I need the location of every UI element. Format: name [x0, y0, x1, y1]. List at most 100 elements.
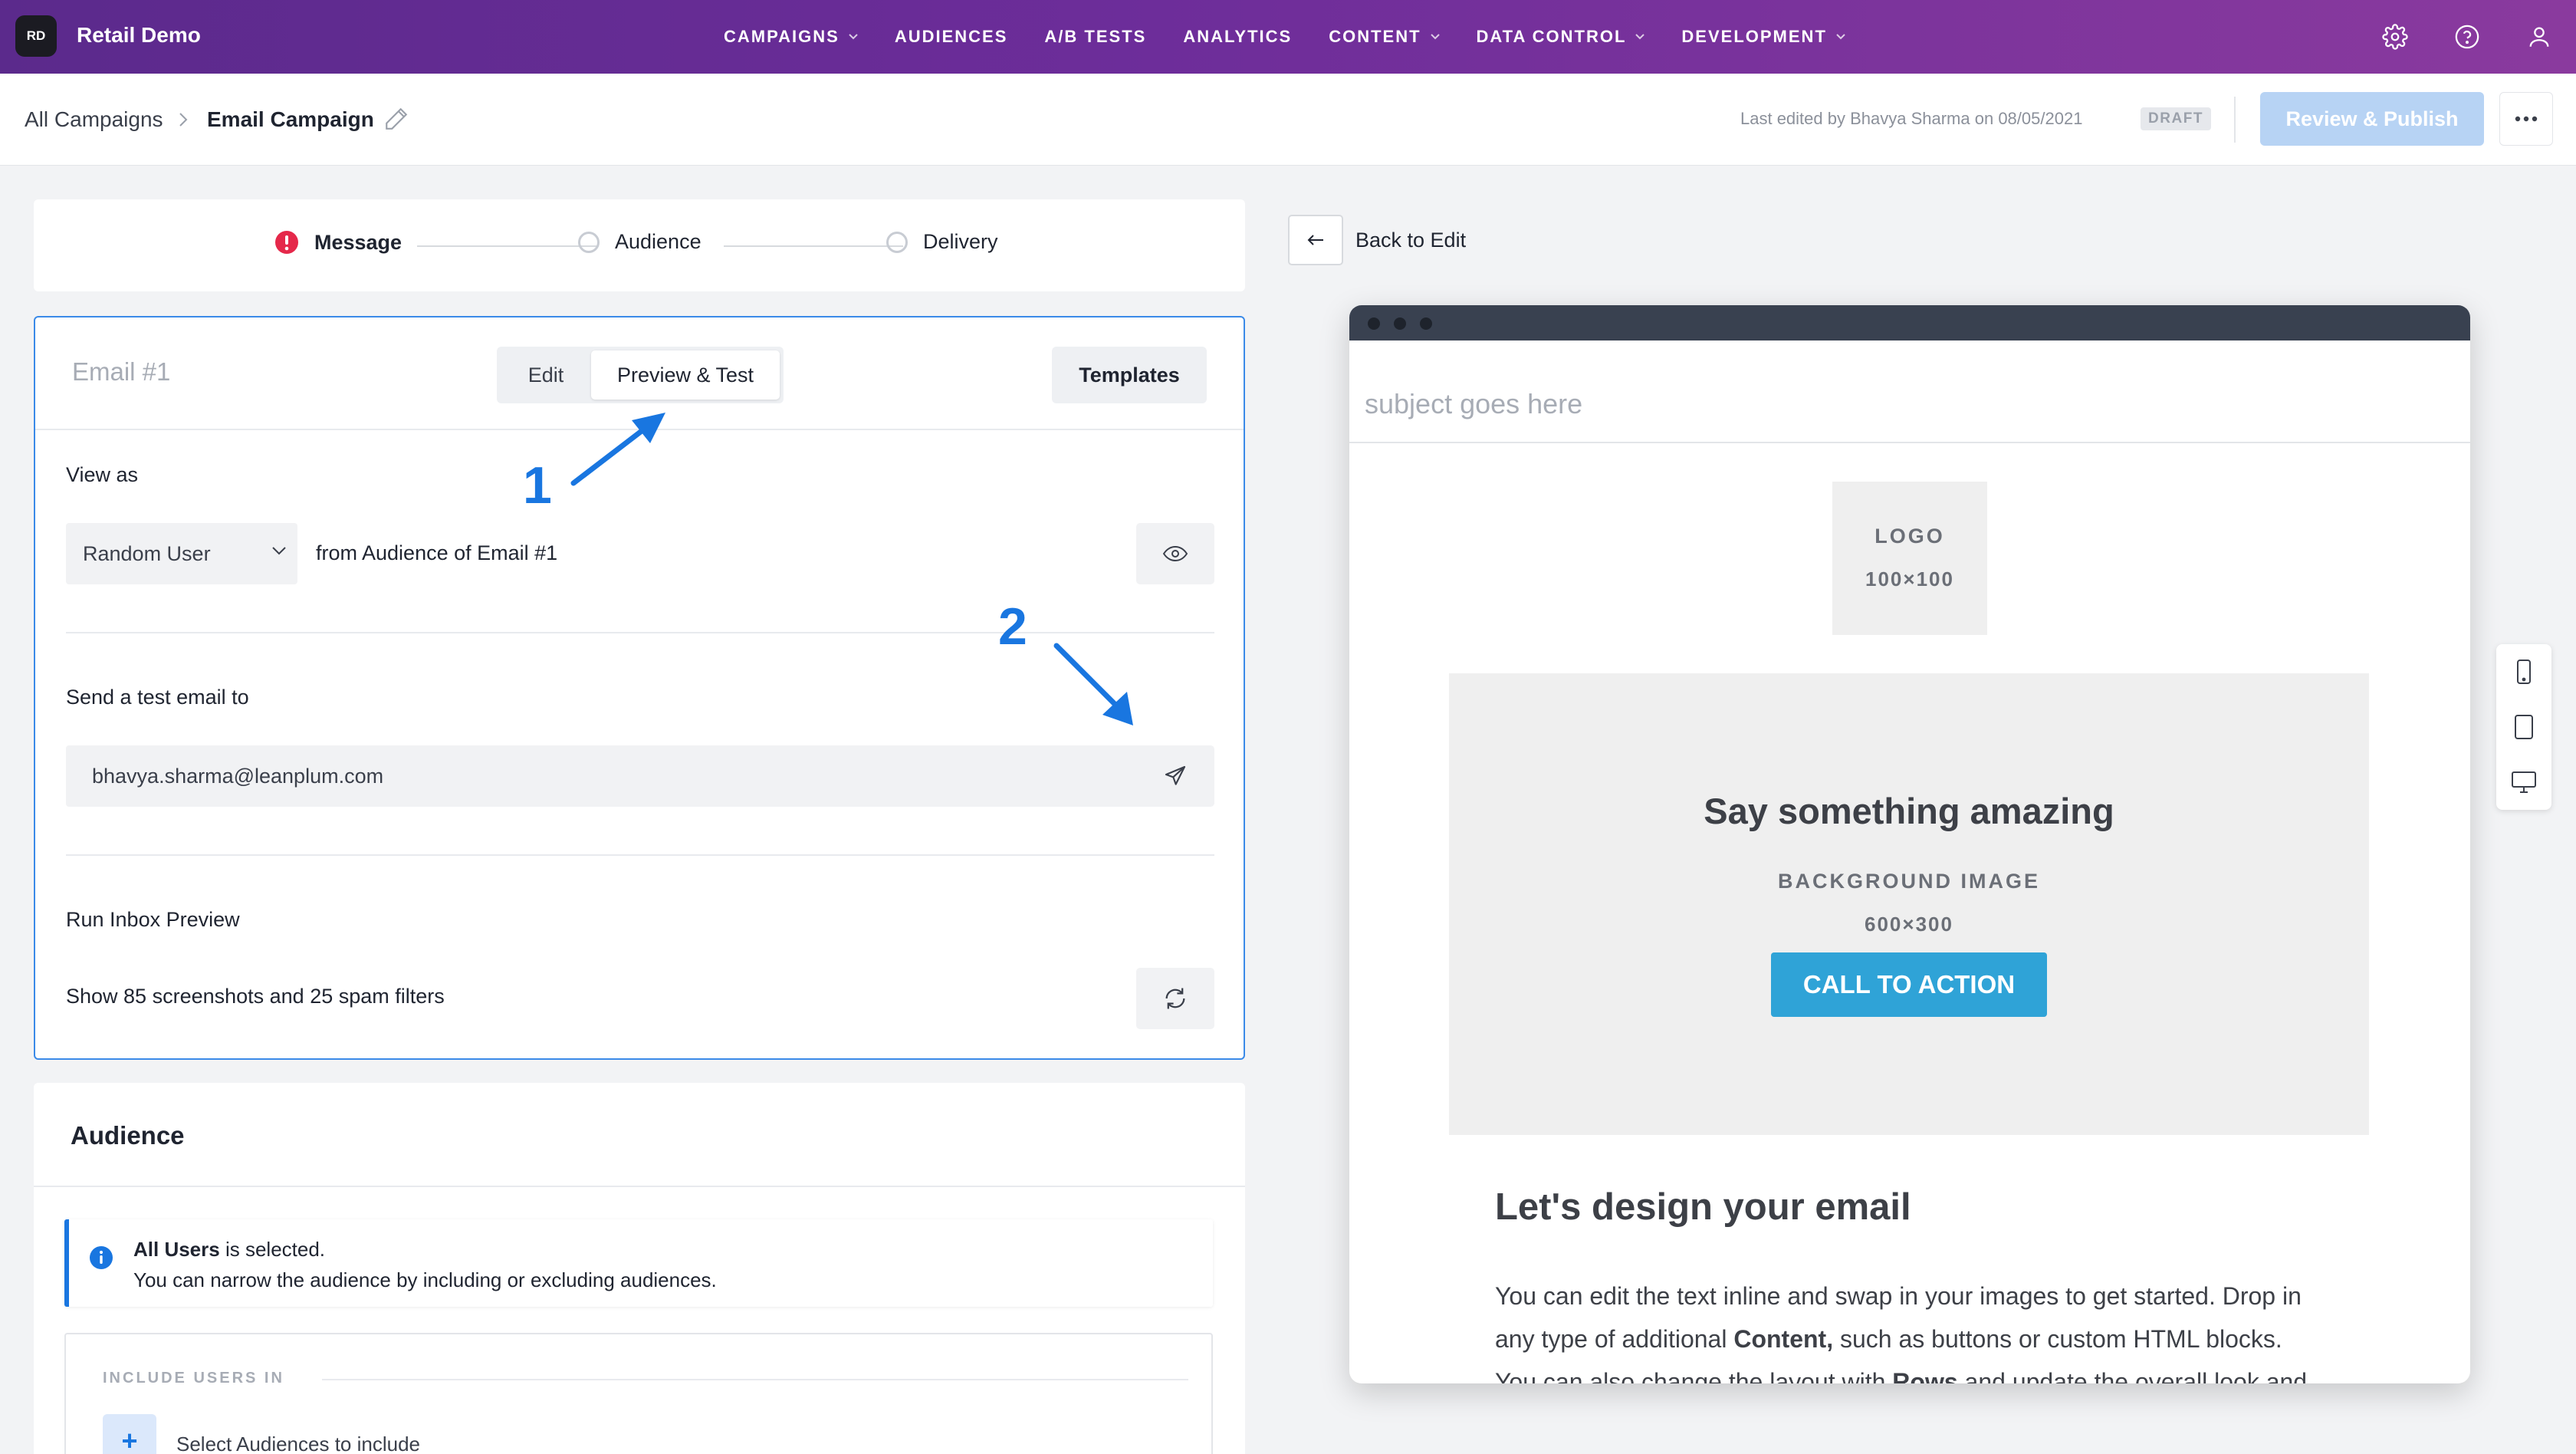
test-email-input[interactable]	[66, 745, 1152, 807]
inbox-preview-desc: Show 85 screenshots and 25 spam filters	[66, 985, 445, 1008]
window-dot-icon	[1368, 317, 1380, 330]
audience-title: Audience	[71, 1121, 185, 1150]
email-title: Email #1	[72, 357, 171, 386]
nav-campaigns[interactable]: CAMPAIGNS	[724, 27, 858, 47]
audience-info-banner: All Users is selected. You can narrow th…	[64, 1219, 1213, 1307]
divider	[66, 854, 1214, 856]
eye-icon	[1162, 545, 1188, 562]
divider	[34, 1186, 1245, 1187]
divider	[2234, 97, 2236, 143]
body-line: You can edit the text inline and swap in…	[1495, 1282, 2302, 1310]
window-title-bar	[1349, 305, 2470, 340]
step-label: Message	[314, 230, 402, 254]
nav-audiences[interactable]: AUDIENCES	[895, 27, 1008, 47]
tab-preview-test[interactable]: Preview & Test	[591, 350, 780, 400]
logo-placeholder: LOGO 100×100	[1832, 482, 1987, 635]
step-audience[interactable]: Audience	[578, 230, 702, 254]
step-label: Audience	[615, 230, 702, 253]
hero-title: Say something amazing	[1704, 791, 2114, 831]
call-to-action-button[interactable]: CALL TO ACTION	[1771, 952, 2047, 1017]
campaign-header: All Campaigns Email Campaign Last edited…	[0, 74, 2576, 166]
include-placeholder[interactable]: Select Audiences to include	[176, 1433, 420, 1454]
body-text: any type of additional	[1495, 1325, 1734, 1353]
refresh-icon	[1162, 985, 1188, 1012]
nav-label: DATA CONTROL	[1476, 27, 1627, 46]
nav-content[interactable]: CONTENT	[1329, 27, 1440, 47]
body-strong: Rows	[1892, 1368, 1958, 1383]
annotation-arrow-icon	[1050, 640, 1142, 732]
step-message[interactable]: Message	[274, 230, 402, 255]
view-as-select[interactable]: Random User	[66, 523, 297, 584]
chevron-right-icon	[178, 112, 189, 127]
body-text: You can also change the layout with	[1495, 1368, 1893, 1383]
breadcrumb-all-campaigns[interactable]: All Campaigns	[25, 107, 163, 132]
hero-size: 600×300	[1865, 913, 1953, 936]
top-navigation-bar: RD Retail Demo CAMPAIGNS AUDIENCES A/B T…	[0, 0, 2576, 74]
body-strong: Content,	[1733, 1325, 1834, 1353]
mobile-icon[interactable]	[2507, 655, 2541, 689]
step-circle-icon	[886, 231, 908, 253]
nav-data-control[interactable]: DATA CONTROL	[1477, 27, 1645, 47]
preview-eye-button[interactable]	[1136, 523, 1214, 584]
divider	[66, 632, 1214, 633]
help-icon[interactable]	[2450, 20, 2484, 54]
arrow-left-icon	[1306, 234, 1325, 246]
add-audience-button[interactable]: +	[103, 1414, 156, 1454]
logo-size: 100×100	[1865, 567, 1954, 590]
email-subject: subject goes here	[1365, 388, 1583, 419]
divider	[1349, 442, 2470, 443]
tab-edit[interactable]: Edit	[501, 350, 591, 400]
main-nav: CAMPAIGNS AUDIENCES A/B TESTS ANALYTICS …	[724, 0, 1882, 74]
send-test-label: Send a test email to	[66, 686, 249, 709]
error-icon	[274, 230, 299, 255]
app-name[interactable]: Retail Demo	[77, 23, 201, 48]
settings-gear-icon[interactable]	[2378, 20, 2412, 54]
select-value: Random User	[83, 541, 211, 565]
run-inbox-preview-button[interactable]	[1136, 968, 1214, 1029]
chevron-down-icon	[849, 34, 858, 40]
audience-card: Audience All Users is selected. You can …	[34, 1083, 1245, 1454]
more-options-button[interactable]	[2499, 92, 2553, 146]
logo-label: LOGO	[1875, 525, 1945, 548]
back-to-edit-label[interactable]: Back to Edit	[1355, 229, 1466, 252]
window-dot-icon	[1420, 317, 1432, 330]
hero-placeholder: Say something amazing BACKGROUND IMAGE 6…	[1449, 673, 2369, 1135]
info-line-1: All Users is selected.	[133, 1238, 325, 1262]
nav-label: CAMPAIGNS	[724, 27, 840, 46]
chevron-down-icon	[1430, 34, 1440, 40]
email-preview-window: subject goes here LOGO 100×100 Say somet…	[1349, 305, 2470, 1383]
chevron-down-icon	[1836, 34, 1845, 40]
back-button[interactable]	[1288, 215, 1343, 265]
include-users-box: INCLUDE USERS IN + Select Audiences to i…	[64, 1333, 1213, 1454]
mode-toggle: Edit Preview & Test	[497, 347, 784, 403]
ellipsis-icon	[2515, 116, 2538, 122]
app-badge[interactable]: RD	[15, 15, 57, 57]
info-icon	[89, 1245, 113, 1270]
step-connector	[724, 245, 903, 247]
nav-development[interactable]: DEVELOPMENT	[1681, 27, 1845, 47]
step-connector	[417, 245, 596, 247]
nav-ab-tests[interactable]: A/B TESTS	[1044, 27, 1146, 47]
breadcrumb-current: Email Campaign	[207, 107, 374, 131]
plus-icon: +	[121, 1425, 138, 1454]
chevron-down-icon	[271, 546, 287, 555]
info-line-2: You can narrow the audience by including…	[133, 1268, 717, 1291]
campaign-stepper: Message Audience Delivery	[34, 199, 1245, 291]
pencil-icon[interactable]	[383, 106, 409, 132]
step-circle-icon	[578, 231, 600, 253]
nav-analytics[interactable]: ANALYTICS	[1183, 27, 1292, 47]
nav-label: A/B TESTS	[1044, 27, 1147, 46]
desktop-icon[interactable]	[2507, 765, 2541, 799]
annotation-arrow-icon	[567, 406, 675, 491]
info-strong: All Users	[133, 1238, 220, 1261]
info-rest: is selected.	[219, 1238, 326, 1261]
design-title: Let's design your email	[1495, 1186, 1911, 1228]
send-test-button[interactable]	[1136, 745, 1214, 807]
step-delivery[interactable]: Delivery	[886, 230, 998, 254]
hero-bg-label: BACKGROUND IMAGE	[1778, 870, 2040, 893]
tablet-icon[interactable]	[2507, 710, 2541, 744]
user-icon[interactable]	[2522, 20, 2556, 54]
review-publish-button[interactable]: Review & Publish	[2260, 92, 2484, 146]
templates-button[interactable]: Templates	[1052, 347, 1207, 403]
body-text: and update the overall look and	[1957, 1368, 2308, 1383]
